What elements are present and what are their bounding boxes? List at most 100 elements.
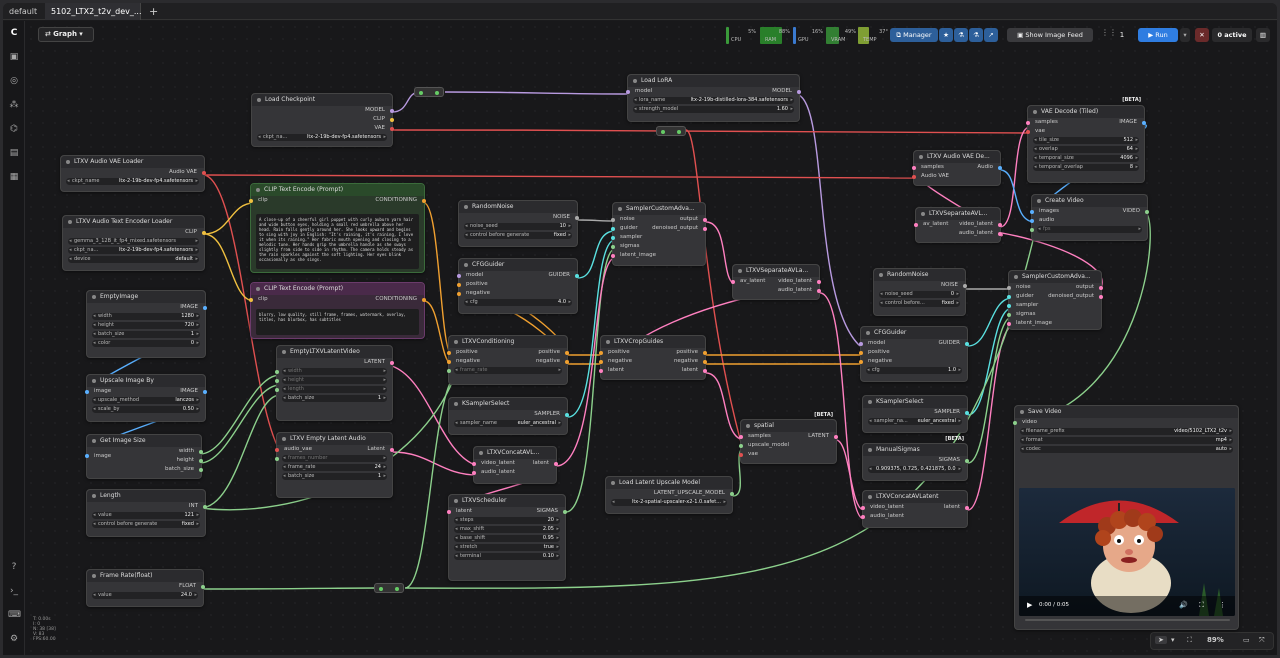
output-socket[interactable] [565,412,569,417]
output-socket[interactable] [730,491,734,496]
output-socket[interactable] [1099,294,1103,299]
play-icon[interactable]: ▶ [1027,601,1032,609]
input-socket[interactable] [1030,218,1034,223]
output-socket[interactable] [201,584,205,589]
control-widget[interactable]: control before...fixed [879,300,960,307]
output-socket[interactable] [965,410,969,415]
node-empty-latent-audio[interactable]: LTXV Empty Latent Audio audio_vae Latent … [275,432,394,498]
more-options-icon[interactable]: ⋮ [1219,601,1226,609]
ckpt-name-widget[interactable]: ckpt_nameltx-2-19b-dev-fp4.safetensors [66,178,199,185]
input-socket[interactable] [599,359,603,364]
cfg-widget[interactable]: cfg4.0 [464,299,572,306]
reroute-node[interactable] [414,87,444,97]
node-ltxv-scheduler[interactable]: LTXVScheduler latent SIGMAS steps20 max_s… [447,494,567,581]
input-socket[interactable] [1007,321,1011,326]
height-widget[interactable]: height720 [92,322,200,329]
node-cfg-guider-2[interactable]: CFGGuider model GUIDER positive negative … [859,326,969,382]
tab-workflow[interactable]: 5102_LTX2_t2v_dev_...✕ [45,3,142,33]
node-audio-text-encoder[interactable]: LTXV Audio Text Encoder Loader CLIP gemm… [62,215,206,271]
node-cfg-guider[interactable]: CFGGuider model GUIDER positive negative … [457,258,579,314]
node-frame-rate[interactable]: Frame Rate(float) FLOAT value24.0 [86,569,205,607]
output-socket[interactable] [203,305,207,310]
negative-prompt-textarea[interactable]: blurry, low quality, still frame, frames… [256,309,419,335]
noise-seed-widget[interactable]: noise_seed10 [464,223,572,230]
device-widget[interactable]: devicedefault [68,256,199,263]
output-socket[interactable] [203,504,207,509]
temporal-size-widget[interactable]: temporal_size4096 [1033,155,1139,162]
width-widget[interactable]: width [282,368,387,375]
tools-button[interactable]: ⚗ [954,28,968,42]
output-socket[interactable] [203,389,207,394]
input-socket[interactable] [447,359,451,364]
node-clip-text-positive[interactable]: CLIP Text Encode (Prompt) clip CONDITIONI… [249,183,426,273]
output-socket[interactable] [565,359,569,364]
input-socket[interactable] [1013,420,1017,425]
input-socket[interactable] [739,452,743,457]
input-socket[interactable] [912,174,916,179]
node-concat-av-latent[interactable]: LTXVConcatAVL... video_latent latent audi… [472,446,558,484]
star-button[interactable]: ★ [939,28,953,42]
cancel-button[interactable]: ✕ [1195,28,1209,42]
node-sampler-custom-advanced-2[interactable]: SamplerCustomAdva... noise output guider d… [1007,270,1103,330]
input-socket[interactable] [861,514,865,519]
output-socket[interactable] [390,360,394,365]
stretch-toggle[interactable]: stretchtrue [454,544,560,551]
queue-icon[interactable]: ◎ [8,75,20,87]
node-separate-av-latent[interactable]: LTXVSeparateAVLa... av_latent video_laten… [731,264,821,300]
output-socket[interactable] [390,108,394,113]
node-audio-vae-decode[interactable]: LTXV Audio VAE De... samples Audio Audio … [912,150,1002,186]
codec-widget[interactable]: codecauto [1020,446,1233,453]
tab-default[interactable]: default [3,3,43,20]
input-socket[interactable] [275,456,279,461]
output-socket[interactable] [1145,209,1149,214]
node-random-noise-2[interactable]: RandomNoise NOISE noise_seed0 control be… [873,268,967,316]
length-widget[interactable]: length [282,386,387,393]
max-shift-widget[interactable]: max_shift2.05 [454,526,560,533]
node-clip-text-negative[interactable]: CLIP Text Encode (Prompt) clip CONDITIONI… [249,282,426,339]
output-socket[interactable] [575,273,579,278]
node-ksampler-select[interactable]: KSamplerSelect SAMPLER sampler_nameeuler… [448,397,569,435]
node-load-latent-upscale-model[interactable]: Load Latent Upscale Model LATENT_UPSCALE… [605,476,734,514]
node-empty-image[interactable]: EmptyImage IMAGE width1280 height720 bat… [86,290,207,358]
run-options-icon[interactable]: ▾ [1180,28,1190,42]
terminal-icon[interactable]: ›_ [8,585,20,597]
reroute-node[interactable] [656,126,686,136]
temporal-overlap-widget[interactable]: temporal_overlap8 [1033,164,1139,171]
video-progress-bar[interactable] [1025,619,1230,621]
images-icon[interactable]: ▣ [8,51,20,63]
input-socket[interactable] [457,282,461,287]
text-encoder-widget[interactable]: gemma_3_12B_it_fp4_mixed.safetensors [68,238,199,245]
output-socket[interactable] [834,434,838,439]
fullscreen-icon[interactable]: ⛶ [1199,601,1204,610]
strength-model-widget[interactable]: strength_model1.60 [633,106,794,113]
output-socket[interactable] [998,165,1002,170]
color-widget[interactable]: color0 [92,340,200,347]
tools2-button[interactable]: ⚗ [969,28,983,42]
input-socket[interactable] [1030,209,1034,214]
node-create-video[interactable]: Create Video images VIDEO audio fps [1030,194,1149,241]
node-load-lora[interactable]: Load LoRA model MODEL lora_nameltx-2-19b-… [626,74,801,122]
input-socket[interactable] [1007,312,1011,317]
output-socket[interactable] [703,368,707,373]
templates-icon[interactable]: ▦ [8,171,20,183]
output-socket[interactable] [1142,120,1146,125]
node-sampler-custom-advanced[interactable]: SamplerCustomAdva... noise output guider d… [611,202,707,266]
node-ksampler-select-2[interactable]: KSamplerSelect SAMPLER sampler_na...eule… [862,395,969,433]
keyboard-icon[interactable]: ⌨ [8,609,21,621]
sampler-name-widget[interactable]: sampler_na...euler_ancestral [868,418,962,425]
output-socket[interactable] [703,359,707,364]
noise-seed-widget[interactable]: noise_seed0 [879,291,960,298]
node-spatial-upscaler[interactable]: spatial [BETA] samples LATENT upscale_mod… [739,412,838,464]
output-socket[interactable] [965,505,969,510]
node-crop-guides[interactable]: LTXVCropGuides positive positive negative… [599,335,707,380]
output-socket[interactable] [998,231,1002,236]
frame-rate-widget[interactable]: frame_rate [454,367,562,374]
output-socket[interactable] [390,117,394,122]
manager-button[interactable]: ⧉ Manager [890,28,938,42]
input-socket[interactable] [626,89,630,94]
height-widget[interactable]: height [282,377,387,384]
input-socket[interactable] [611,244,615,249]
input-socket[interactable] [739,443,743,448]
base-shift-widget[interactable]: base_shift0.95 [454,535,560,542]
input-socket[interactable] [457,273,461,278]
